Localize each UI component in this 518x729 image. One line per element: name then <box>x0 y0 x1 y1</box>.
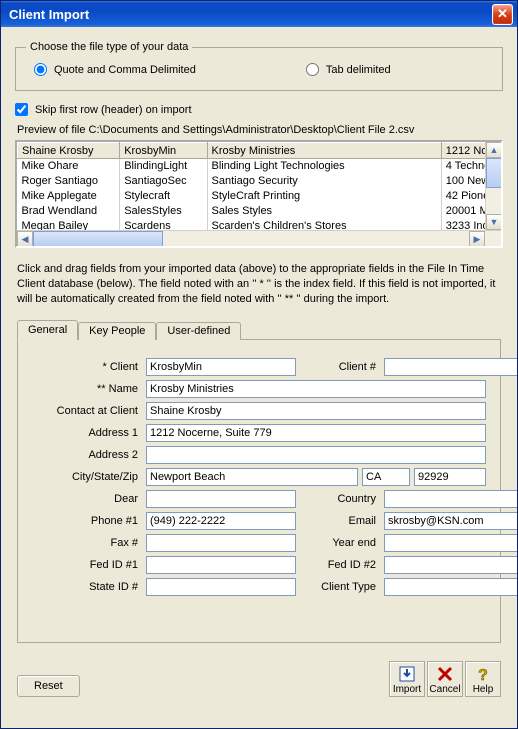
import-icon <box>396 664 418 684</box>
city-field[interactable] <box>146 468 358 486</box>
preview-path-label: Preview of file C:\Documents and Setting… <box>17 124 503 136</box>
label-fed2: Fed ID #2 <box>300 559 380 571</box>
preview-cell[interactable]: SantiagoSec <box>120 174 207 189</box>
radio-quote-comma[interactable]: Quote and Comma Delimited <box>34 63 196 76</box>
filetype-legend: Choose the file type of your data <box>26 41 192 53</box>
scroll-down-icon[interactable]: ▼ <box>486 214 502 230</box>
client-no-field[interactable] <box>384 358 517 376</box>
skip-header-input[interactable] <box>15 103 28 116</box>
table-row[interactable]: Mike OhareBlindingLightBlinding Light Te… <box>18 159 504 174</box>
skip-header-checkbox[interactable]: Skip first row (header) on import <box>15 103 503 116</box>
titlebar: Client Import ✕ <box>1 1 517 27</box>
label-country: Country <box>300 493 380 505</box>
label-client-no: Client # <box>300 361 380 373</box>
vscroll-thumb[interactable] <box>486 158 502 188</box>
label-contact: Contact at Client <box>32 405 142 417</box>
fax-field[interactable] <box>146 534 296 552</box>
window-title: Client Import <box>9 7 492 22</box>
email-field[interactable] <box>384 512 517 530</box>
radio-quote-comma-label: Quote and Comma Delimited <box>54 64 196 76</box>
label-client: * Client <box>32 361 142 373</box>
tab-general[interactable]: General <box>17 320 78 340</box>
fed1-field[interactable] <box>146 556 296 574</box>
preview-cell[interactable]: StyleCraft Printing <box>207 189 441 204</box>
radio-tab[interactable]: Tab delimited <box>306 63 391 76</box>
preview-header[interactable]: Shaine Krosby <box>18 143 120 159</box>
help-label: Help <box>473 684 494 695</box>
scroll-left-icon[interactable]: ◀ <box>17 231 33 247</box>
hscroll-thumb[interactable] <box>33 231 163 247</box>
preview-cell[interactable]: BlindingLight <box>120 159 207 174</box>
radio-tab-label: Tab delimited <box>326 64 391 76</box>
svg-text:?: ? <box>478 667 488 683</box>
cancel-icon <box>434 664 456 684</box>
horizontal-scrollbar[interactable]: ◀ ▶ <box>17 230 501 246</box>
preview-grid[interactable]: Shaine KrosbyKrosbyMinKrosby Ministries1… <box>15 140 503 248</box>
state-id-field[interactable] <box>146 578 296 596</box>
label-addr1: Address 1 <box>32 427 142 439</box>
client-field[interactable] <box>146 358 296 376</box>
label-phone1: Phone #1 <box>32 515 142 527</box>
label-email: Email <box>300 515 380 527</box>
table-row[interactable]: Brad WendlandSalesStylesSales Styles2000… <box>18 204 504 219</box>
filetype-group: Choose the file type of your data Quote … <box>15 41 503 91</box>
label-client-type: Client Type <box>300 581 380 593</box>
preview-cell[interactable]: Sales Styles <box>207 204 441 219</box>
name-field[interactable] <box>146 380 486 398</box>
radio-quote-comma-input[interactable] <box>34 63 47 76</box>
label-fax: Fax # <box>32 537 142 549</box>
state-field[interactable] <box>362 468 410 486</box>
help-button[interactable]: ? Help <box>465 661 501 697</box>
reset-button[interactable]: Reset <box>17 675 80 697</box>
instructions-text: Click and drag fields from your imported… <box>17 262 501 307</box>
import-label: Import <box>393 684 421 695</box>
close-icon: ✕ <box>497 6 508 22</box>
preview-header[interactable]: KrosbyMin <box>120 143 207 159</box>
address1-field[interactable] <box>146 424 486 442</box>
preview-cell[interactable]: Santiago Security <box>207 174 441 189</box>
table-row[interactable]: Mike ApplegateStylecraftStyleCraft Print… <box>18 189 504 204</box>
skip-header-label: Skip first row (header) on import <box>35 104 192 116</box>
preview-cell[interactable]: Stylecraft <box>120 189 207 204</box>
cancel-button[interactable]: Cancel <box>427 661 463 697</box>
tab-page-general: * Client Client # ** Name Contact at Cli… <box>17 339 501 643</box>
tab-strip: General Key People User-defined <box>17 320 501 340</box>
dear-field[interactable] <box>146 490 296 508</box>
yearend-field[interactable] <box>384 534 517 552</box>
scroll-up-icon[interactable]: ▲ <box>486 142 502 158</box>
address2-field[interactable] <box>146 446 486 464</box>
label-fed1: Fed ID #1 <box>32 559 142 571</box>
preview-cell[interactable]: Brad Wendland <box>18 204 120 219</box>
preview-cell[interactable]: Blinding Light Technologies <box>207 159 441 174</box>
vertical-scrollbar[interactable]: ▲ ▼ <box>485 142 501 230</box>
country-field[interactable] <box>384 490 517 508</box>
label-yearend: Year end <box>300 537 380 549</box>
preview-cell[interactable]: Roger Santiago <box>18 174 120 189</box>
zip-field[interactable] <box>414 468 486 486</box>
preview-cell[interactable]: Mike Ohare <box>18 159 120 174</box>
help-icon: ? <box>472 664 494 684</box>
preview-cell[interactable]: Mike Applegate <box>18 189 120 204</box>
label-addr2: Address 2 <box>32 449 142 461</box>
phone1-field[interactable] <box>146 512 296 530</box>
label-state-id: State ID # <box>32 581 142 593</box>
scroll-right-icon[interactable]: ▶ <box>469 231 485 247</box>
import-button[interactable]: Import <box>389 661 425 697</box>
preview-cell[interactable]: SalesStyles <box>120 204 207 219</box>
contact-field[interactable] <box>146 402 486 420</box>
label-dear: Dear <box>32 493 142 505</box>
close-button[interactable]: ✕ <box>492 4 513 25</box>
client-type-field[interactable] <box>384 578 517 596</box>
label-csz: City/State/Zip <box>32 471 142 483</box>
cancel-label: Cancel <box>429 684 460 695</box>
fed2-field[interactable] <box>384 556 517 574</box>
preview-header[interactable]: Krosby Ministries <box>207 143 441 159</box>
tab-user-defined[interactable]: User-defined <box>156 322 241 340</box>
radio-tab-input[interactable] <box>306 63 319 76</box>
table-row[interactable]: Roger SantiagoSantiagoSecSantiago Securi… <box>18 174 504 189</box>
label-name: ** Name <box>32 383 142 395</box>
tab-key-people[interactable]: Key People <box>78 322 156 340</box>
